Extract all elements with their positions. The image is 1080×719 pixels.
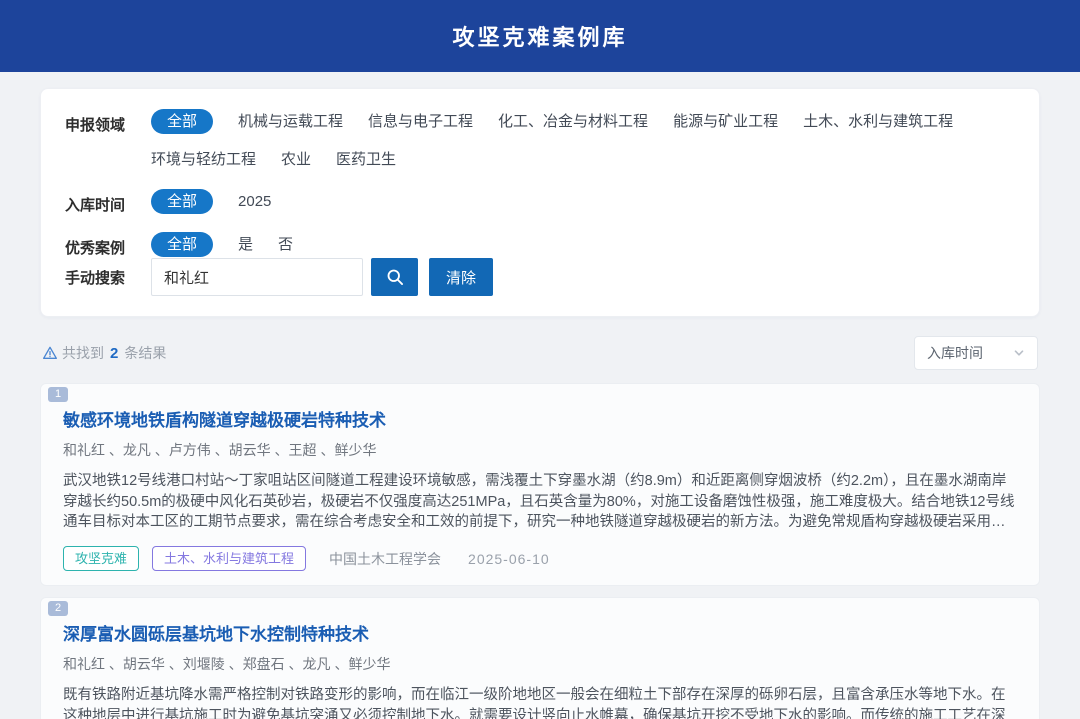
- results-bar: 共找到 2 条结果 入库时间: [42, 336, 1038, 370]
- filter-option[interactable]: 2025: [238, 189, 271, 214]
- filter-option[interactable]: 化工、冶金与材料工程: [498, 109, 648, 134]
- filter-option[interactable]: 信息与电子工程: [368, 109, 473, 134]
- filter-option-selected-field[interactable]: 全部: [151, 109, 213, 134]
- magnifier-icon: [385, 267, 405, 287]
- filter-panel: 申报领域全部机械与运载工程信息与电子工程化工、冶金与材料工程能源与矿业工程土木、…: [40, 88, 1040, 317]
- card-organization: 中国土木工程学会: [329, 549, 441, 569]
- warning-triangle-icon: [42, 345, 58, 361]
- filter-option[interactable]: 是: [238, 232, 253, 257]
- filter-options-time: 全部 2025: [151, 189, 271, 214]
- card-title[interactable]: 敏感环境地铁盾构隧道穿越极硬岩特种技术: [63, 406, 1017, 431]
- sort-dropdown-value: 入库时间: [927, 343, 983, 363]
- filter-option[interactable]: 医药卫生: [336, 147, 396, 172]
- card-title[interactable]: 深厚富水圆砾层基坑地下水控制特种技术: [63, 620, 1017, 645]
- filter-row-time: 入库时间全部 2025: [65, 189, 1015, 215]
- results-info: 共找到 2 条结果: [42, 343, 166, 363]
- search-label: 手动搜索: [65, 267, 137, 288]
- card-index-badge: 1: [48, 387, 68, 402]
- results-found-prefix: 共找到: [62, 343, 104, 363]
- result-card[interactable]: 2 深厚富水圆砾层基坑地下水控制特种技术和礼红 、胡云华 、刘堰陵 、郑盘石 、龙…: [40, 597, 1040, 719]
- card-authors: 和礼红 、胡云华 、刘堰陵 、郑盘石 、龙凡 、鲜少华: [63, 654, 1017, 674]
- filter-label-field: 申报领域: [65, 109, 137, 135]
- filter-row-excellent: 优秀案例全部是否: [65, 232, 1015, 258]
- card-tag: 攻坚克难: [63, 546, 139, 571]
- filter-option[interactable]: 土木、水利与建筑工程: [803, 109, 953, 134]
- filter-option[interactable]: 否: [278, 232, 293, 257]
- chevron-down-icon: [1013, 347, 1025, 359]
- main-content: 申报领域全部机械与运载工程信息与电子工程化工、冶金与材料工程能源与矿业工程土木、…: [0, 72, 1080, 719]
- app-header: 攻坚克难案例库: [0, 0, 1080, 72]
- filter-option-selected-time[interactable]: 全部: [151, 189, 213, 214]
- search-input[interactable]: [151, 258, 363, 296]
- filter-option[interactable]: 农业: [281, 147, 311, 172]
- filter-label-time: 入库时间: [65, 189, 137, 215]
- filter-options-field: 全部机械与运载工程信息与电子工程化工、冶金与材料工程能源与矿业工程土木、水利与建…: [151, 109, 1015, 172]
- clear-button[interactable]: 清除: [429, 258, 493, 296]
- filter-option[interactable]: 环境与轻纺工程: [151, 147, 256, 172]
- card-date: 2025-06-10: [468, 551, 550, 567]
- card-description: 武汉地铁12号线港口村站～丁家咀站区间隧道工程建设环境敏感，需浅覆土下穿墨水湖（…: [63, 471, 1017, 533]
- result-card[interactable]: 1 敏感环境地铁盾构隧道穿越极硬岩特种技术和礼红 、龙凡 、卢方伟 、胡云华 、王…: [40, 383, 1040, 586]
- card-authors: 和礼红 、龙凡 、卢方伟 、胡云华 、王超 、鲜少华: [63, 440, 1017, 460]
- filter-row-search: 手动搜索 清除: [65, 258, 1015, 296]
- filter-row-field: 申报领域全部机械与运载工程信息与电子工程化工、冶金与材料工程能源与矿业工程土木、…: [65, 109, 1015, 172]
- filter-option[interactable]: 机械与运载工程: [238, 109, 343, 134]
- card-index-badge: 2: [48, 601, 68, 616]
- filter-rows: 申报领域全部机械与运载工程信息与电子工程化工、冶金与材料工程能源与矿业工程土木、…: [65, 109, 1015, 258]
- filter-options-excellent: 全部是否: [151, 232, 293, 257]
- results-found-suffix: 条结果: [124, 343, 166, 363]
- sort-dropdown[interactable]: 入库时间: [914, 336, 1038, 370]
- filter-option-selected-excellent[interactable]: 全部: [151, 232, 213, 257]
- results-list: 1 敏感环境地铁盾构隧道穿越极硬岩特种技术和礼红 、龙凡 、卢方伟 、胡云华 、王…: [40, 383, 1040, 719]
- card-description: 既有铁路附近基坑降水需严格控制对铁路变形的影响，而在临江一级阶地地区一般会在细粒…: [63, 685, 1017, 719]
- filter-option[interactable]: 能源与矿业工程: [673, 109, 778, 134]
- filter-label-excellent: 优秀案例: [65, 232, 137, 258]
- card-footer: 攻坚克难土木、水利与建筑工程 中国土木工程学会 2025-06-10: [63, 546, 1017, 571]
- page-title: 攻坚克难案例库: [452, 20, 627, 52]
- card-tag: 土木、水利与建筑工程: [152, 546, 306, 571]
- search-button[interactable]: [371, 258, 418, 296]
- results-count: 2: [110, 345, 118, 362]
